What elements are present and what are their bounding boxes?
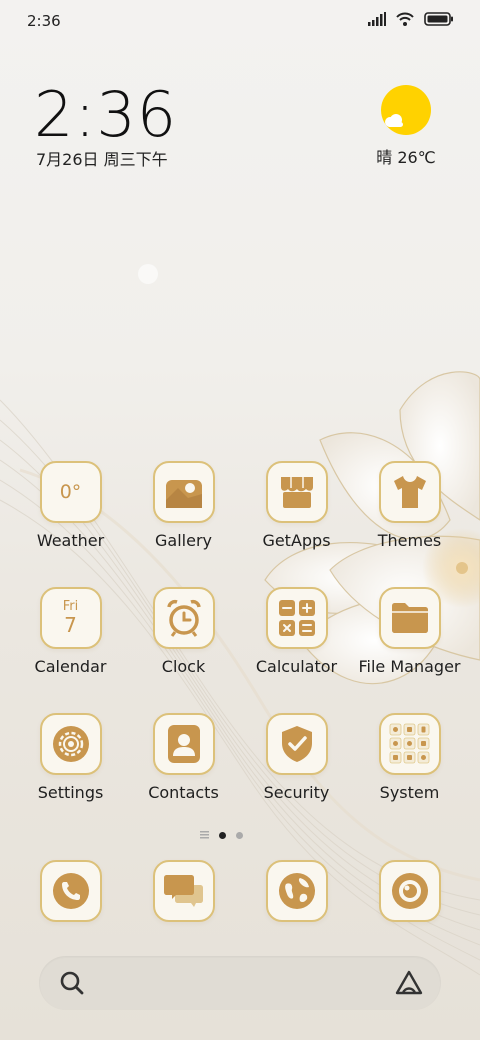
weather-icon: 0°: [39, 461, 102, 523]
gallery-icon: [152, 461, 215, 523]
dock-camera[interactable]: [353, 860, 466, 930]
wifi-icon: [396, 12, 414, 26]
weather-widget-text: 晴 26℃: [376, 148, 436, 167]
calculator-icon: [265, 587, 328, 649]
chat-bubbles-icon: [152, 860, 215, 922]
app-label: Calculator: [255, 657, 338, 676]
shield-check-icon: [265, 713, 328, 775]
folder-icon: [378, 587, 441, 649]
calendar-icon-day: Fri: [62, 599, 79, 614]
app-label: Themes: [377, 531, 442, 550]
assistant-icon[interactable]: [395, 970, 423, 996]
app-label: Settings: [37, 783, 104, 802]
alarm-clock-icon: [152, 587, 215, 649]
app-clock[interactable]: Clock: [127, 587, 240, 713]
camera-lens-icon: [378, 860, 441, 922]
dock-phone[interactable]: [14, 860, 127, 930]
page-dot-active: [219, 831, 226, 839]
battery-icon: [424, 12, 453, 26]
app-label: Clock: [161, 657, 206, 676]
app-label: System: [379, 783, 440, 802]
page-dot: [236, 831, 243, 839]
menu-lines-icon: [200, 831, 209, 839]
globe-icon: [265, 860, 328, 922]
app-calculator[interactable]: Calculator: [240, 587, 353, 713]
app-label: Gallery: [155, 531, 212, 550]
phone-icon: [39, 860, 102, 922]
app-gallery[interactable]: Gallery: [127, 461, 240, 587]
app-label: File Manager: [358, 657, 461, 676]
app-security[interactable]: Security: [240, 713, 353, 839]
weather-widget[interactable]: 晴 26℃: [366, 84, 446, 168]
app-label: GetApps: [262, 531, 331, 550]
app-label: Weather: [36, 531, 105, 550]
app-settings[interactable]: Settings: [14, 713, 127, 839]
store-icon: [265, 461, 328, 523]
calendar-icon: Fri 7: [39, 587, 102, 649]
status-time: 2:36: [27, 12, 61, 30]
dock-messages[interactable]: [127, 860, 240, 930]
clock-widget-time[interactable]: 2:36: [34, 78, 177, 151]
dock-browser[interactable]: [240, 860, 353, 930]
app-calendar[interactable]: Fri 7 Calendar: [14, 587, 127, 713]
app-system-folder[interactable]: System: [353, 713, 466, 839]
app-file-manager[interactable]: File Manager: [353, 587, 466, 713]
weather-icon-temp: 0°: [59, 481, 82, 503]
page-indicator[interactable]: [200, 831, 243, 839]
app-label: Contacts: [148, 783, 219, 802]
folder-grid-icon: [378, 713, 441, 775]
app-grid: 0° Weather Gallery GetApps Themes Fri 7 …: [14, 461, 466, 839]
app-weather[interactable]: 0° Weather: [14, 461, 127, 587]
status-icons: [368, 12, 454, 26]
calendar-icon-date: 7: [64, 613, 77, 637]
contact-card-icon: [152, 713, 215, 775]
app-label: Security: [263, 783, 330, 802]
gear-icon: [39, 713, 102, 775]
dock: [14, 860, 466, 930]
signal-icon: [368, 12, 386, 26]
app-contacts[interactable]: Contacts: [127, 713, 240, 839]
app-label: Calendar: [34, 657, 107, 676]
app-getapps[interactable]: GetApps: [240, 461, 353, 587]
search-icon: [60, 971, 84, 995]
search-bar[interactable]: [39, 956, 441, 1010]
app-themes[interactable]: Themes: [353, 461, 466, 587]
tshirt-icon: [378, 461, 441, 523]
clock-widget-date[interactable]: 7月26日 周三下午: [36, 146, 168, 170]
sun-cloud-icon: [380, 84, 432, 136]
status-bar: 2:36: [0, 0, 480, 42]
